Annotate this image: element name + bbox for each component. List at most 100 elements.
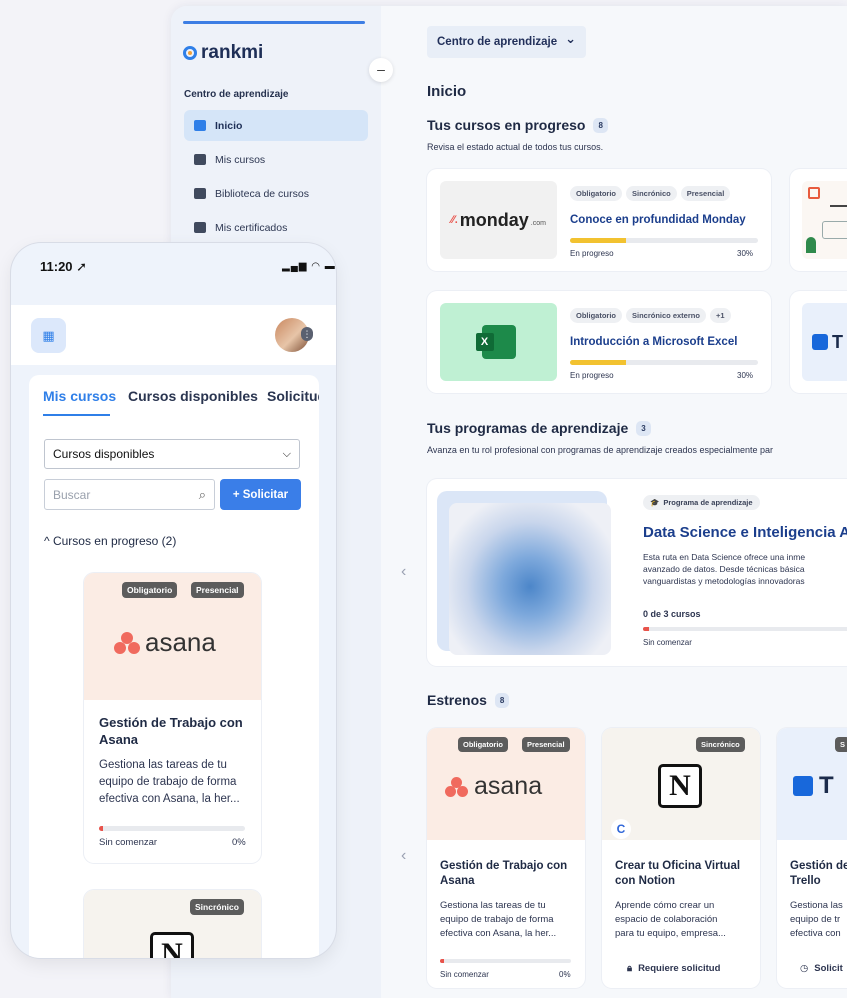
desc-line: Aprende cómo crear un	[615, 900, 715, 911]
tag-list: Obligatorio Sincrónico externo +1	[570, 305, 735, 323]
excel-letter: X	[475, 333, 494, 351]
library-icon	[194, 188, 206, 199]
tab-solicitudes[interactable]: Solicitud	[267, 388, 319, 404]
diagram-line	[830, 205, 847, 207]
apps-grid-icon[interactable]: ▦	[31, 318, 66, 353]
chip: S	[835, 737, 847, 752]
section-dropdown[interactable]: Centro de aprendizaje ⌄	[427, 26, 587, 58]
more-icon[interactable]: ⋮	[301, 327, 313, 341]
premiere-card-asana[interactable]: Obligatorio Presencial asana Gestión de …	[427, 728, 585, 988]
course-title: Gestión de Trabajo con Asana	[440, 859, 567, 889]
carousel-prev-arrow[interactable]: ‹	[401, 563, 406, 581]
programs-section-subtitle: Avanza en tu rol profesional con program…	[427, 445, 774, 455]
request-course-button[interactable]: + Solicitar	[220, 479, 301, 510]
avatar[interactable]: ⋮	[275, 318, 313, 352]
action-label: Requiere solicitud	[638, 963, 721, 974]
rankmi-logo[interactable]: rankmi	[183, 42, 263, 64]
course-description: Gestiona las tareas de tu equipo de trab…	[99, 757, 240, 808]
program-progress-bar	[643, 627, 847, 631]
progress-percent: 0%	[232, 837, 246, 848]
tag: Sincrónico	[626, 186, 677, 201]
carousel-prev-arrow[interactable]: ‹	[401, 847, 406, 865]
search-input[interactable]: Buscar ⌕	[44, 479, 215, 510]
rankmi-logo-icon	[183, 46, 197, 60]
trello-thumb: S T	[777, 728, 847, 840]
course-title: Gestión de Trello	[790, 859, 847, 889]
diagram-box	[822, 221, 847, 239]
progress-percent: 0%	[559, 970, 571, 979]
program-title: Data Science e Inteligencia A	[643, 524, 847, 541]
asana-dots-icon	[114, 631, 140, 654]
notion-thumb: Sincrónico N C	[602, 728, 760, 840]
mobile-course-card-notion[interactable]: Sincrónico N	[84, 890, 261, 958]
program-status: Sin comenzar	[643, 638, 692, 647]
desc-line: Gestiona las	[790, 900, 843, 911]
courses-filter-select[interactable]: Cursos disponibles ⌵	[44, 439, 300, 469]
count-badge: 8	[593, 117, 608, 133]
provider-badge-icon: C	[611, 819, 631, 839]
course-card-partial[interactable]	[790, 169, 847, 271]
excel-icon: X	[475, 325, 516, 359]
premieres-section-title: Estrenos 8	[427, 692, 510, 708]
program-badge: 🎓 Programa de aprendizaje	[643, 495, 760, 510]
course-card-monday[interactable]: ∕∕. monday .com Obligatorio Sincrónico Pre…	[427, 169, 771, 271]
desc-line: efectiva con Asana, la her...	[99, 793, 240, 805]
premiere-card-trello[interactable]: S T Gestión de Trello Gestiona las equip…	[777, 728, 847, 988]
sidebar-section-title: Centro de aprendizaje	[184, 89, 289, 100]
progress-fill	[99, 826, 104, 831]
course-description: Aprende cómo crear un espacio de colabor…	[615, 899, 726, 941]
chip: Obligatorio	[458, 737, 508, 752]
monday-wordmark: monday	[459, 209, 529, 230]
mobile-phone: 11:20 ➚ ▂▄▆ ◠ ▬ ▦ ⋮ Mis cursos Cursos di…	[11, 243, 336, 958]
in-progress-toggle[interactable]: ^ Cursos en progreso (2)	[44, 534, 176, 548]
section-title-text: Estrenos	[427, 692, 487, 708]
course-description: Gestiona las tareas de tu equipo de trab…	[440, 899, 556, 941]
program-description: Esta ruta en Data Science ofrece una inm…	[643, 551, 805, 587]
request-required-button[interactable]: 🔒︎ Requiere solicitud	[627, 963, 720, 974]
mobile-course-card-asana[interactable]: Obligatorio Presencial asana Gestión de …	[84, 573, 261, 863]
desc-line: avanzado de datos. Desde técnicas básica	[643, 564, 805, 574]
asana-wordmark: asana	[474, 772, 543, 800]
progress-bar	[570, 360, 758, 365]
course-card-trello-partial[interactable]: T	[790, 291, 847, 393]
tab-cursos-disponibles[interactable]: Cursos disponibles	[128, 388, 258, 404]
progress-section-subtitle: Revisa el estado actual de todos tus cur…	[427, 142, 604, 152]
tag: Presencial	[680, 186, 731, 201]
progress-status: En progreso	[570, 249, 614, 258]
premiere-card-notion[interactable]: Sincrónico N C Crear tu Oficina Virtual …	[602, 728, 760, 988]
section-title-text: Tus programas de aprendizaje	[427, 420, 629, 436]
progress-fill	[570, 238, 627, 243]
page-title: Inicio	[427, 83, 467, 100]
sidebar-item-inicio[interactable]: Inicio	[184, 110, 368, 141]
progress-fill	[570, 360, 627, 365]
request-button[interactable]: ◷ Solicit	[800, 963, 843, 974]
course-title: Gestión de Trabajo con Asana	[99, 714, 243, 748]
main-content: Centro de aprendizaje ⌄ Inicio Tus curso…	[381, 6, 847, 998]
progress-fill	[440, 959, 444, 963]
course-title: Introducción a Microsoft Excel	[570, 336, 738, 348]
trello-wordmark: T	[819, 772, 834, 799]
status-icons: ▂▄▆ ◠ ▬	[282, 261, 336, 272]
title-line: Asana	[440, 875, 475, 887]
course-illustration	[802, 181, 847, 259]
tag: Sincrónico externo	[626, 308, 706, 323]
chip: Presencial	[522, 737, 570, 752]
sidebar-item-certificados[interactable]: Mis certificados	[184, 212, 368, 243]
tab-mis-cursos[interactable]: Mis cursos	[43, 388, 116, 404]
sidebar-item-biblioteca[interactable]: Biblioteca de cursos	[184, 178, 368, 209]
lock-icon: 🔒︎	[627, 963, 633, 974]
trello-icon	[812, 334, 828, 350]
trello-icon	[793, 776, 813, 796]
monday-mark-icon: ∕∕.	[451, 214, 458, 226]
action-label: Solicit	[814, 963, 843, 974]
program-card[interactable]: 🎓 Programa de aprendizaje Data Science e…	[427, 479, 847, 666]
sidebar-item-mis-cursos[interactable]: Mis cursos	[184, 144, 368, 175]
chip: Obligatorio	[122, 582, 178, 598]
section-title-text: Tus cursos en progreso	[427, 117, 586, 133]
trello-wordmark: T	[832, 331, 843, 352]
course-card-excel[interactable]: X Obligatorio Sincrónico externo +1 Introd…	[427, 291, 771, 393]
status-time: 11:20 ➚	[40, 259, 88, 274]
notion-logo: N	[658, 764, 702, 808]
home-icon	[194, 120, 206, 131]
sidebar-item-label: Inicio	[215, 119, 243, 132]
